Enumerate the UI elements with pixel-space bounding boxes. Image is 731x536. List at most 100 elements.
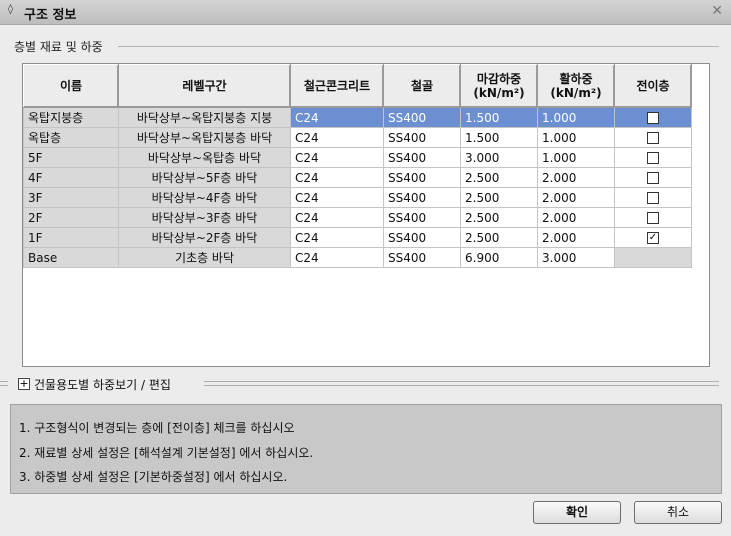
header-row: 이름 레벨구간 철근콘크리트 철골 마감하중 (kN/m²) 활하중 (kN/m… [23, 64, 692, 108]
table-row[interactable]: 2F 바닥상부~3F층 바닥 C24 SS400 2.500 2.000 [23, 207, 692, 228]
transfer-checkbox[interactable] [647, 152, 659, 164]
table-row[interactable]: 3F 바닥상부~4F층 바닥 C24 SS400 2.500 2.000 [23, 187, 692, 208]
expander-divider [204, 381, 719, 386]
group-title: 층별 재료 및 하중 [12, 38, 105, 55]
transfer-cell [614, 127, 692, 148]
concrete-cell[interactable]: C24 [290, 247, 384, 268]
transfer-checkbox[interactable] [647, 212, 659, 224]
col-header-live-load[interactable]: 활하중 (kN/m²) [537, 64, 615, 108]
row-name: 2F [23, 207, 119, 228]
live-load-cell[interactable]: 1.000 [537, 127, 615, 148]
row-level: 바닥상부~옥탑지붕층 바닥 [118, 127, 291, 148]
concrete-cell[interactable]: C24 [290, 227, 384, 248]
table-row[interactable]: 옥탑층 바닥상부~옥탑지붕층 바닥 C24 SS400 1.500 1.000 [23, 127, 692, 148]
col-header-level[interactable]: 레벨구간 [118, 64, 291, 108]
row-level: 바닥상부~5F층 바닥 [118, 167, 291, 188]
row-name: 1F [23, 227, 119, 248]
transfer-cell [614, 147, 692, 168]
concrete-cell[interactable]: C24 [290, 127, 384, 148]
concrete-cell[interactable]: C24 [290, 187, 384, 208]
table-row[interactable]: 1F 바닥상부~2F층 바닥 C24 SS400 2.500 2.000 ✓ [23, 227, 692, 248]
row-name: Base [23, 247, 119, 268]
row-name: 옥탑지붕층 [23, 107, 119, 128]
close-icon[interactable]: ✕ [711, 3, 723, 19]
steel-cell[interactable]: SS400 [383, 107, 461, 128]
transfer-checkbox[interactable]: ✓ [647, 232, 659, 244]
finish-load-cell[interactable]: 2.500 [460, 227, 538, 248]
group-divider [118, 46, 719, 47]
note-3: 3. 하중별 상세 설정은 [기본하중설정] 에서 하십시오. [19, 470, 288, 484]
live-load-cell[interactable]: 2.000 [537, 227, 615, 248]
row-level: 바닥상부~3F층 바닥 [118, 207, 291, 228]
concrete-cell[interactable]: C24 [290, 107, 384, 128]
col-header-concrete[interactable]: 철근콘크리트 [290, 64, 384, 108]
live-load-cell[interactable]: 2.000 [537, 187, 615, 208]
table-row[interactable]: Base 기초층 바닥 C24 SS400 6.900 3.000 [23, 247, 692, 268]
title-bar: ◊ 구조 정보 ✕ [0, 0, 731, 25]
row-level: 바닥상부~옥탑층 바닥 [118, 147, 291, 168]
note-2: 2. 재료별 상세 설정은 [해석설계 기본설정] 에서 하십시오. [19, 446, 314, 460]
col-header-finish-load[interactable]: 마감하중 (kN/m²) [460, 64, 538, 108]
transfer-cell [614, 107, 692, 128]
transfer-checkbox[interactable] [647, 132, 659, 144]
row-name: 4F [23, 167, 119, 188]
window-title: 구조 정보 [24, 8, 77, 23]
table-row[interactable]: 옥탑지붕층 바닥상부~옥탑지붕층 지붕 C24 SS400 1.500 1.00… [23, 107, 692, 128]
live-load-unit: (kN/m²) [550, 86, 602, 100]
concrete-cell[interactable]: C24 [290, 147, 384, 168]
col-header-steel[interactable]: 철골 [383, 64, 461, 108]
finish-load-cell[interactable]: 6.900 [460, 247, 538, 268]
cancel-button[interactable]: 취소 [634, 501, 722, 524]
finish-load-cell[interactable]: 1.500 [460, 127, 538, 148]
finish-load-unit: (kN/m²) [473, 86, 525, 100]
finish-load-cell[interactable]: 2.500 [460, 207, 538, 228]
collapse-arrow-icon[interactable]: ◊ [8, 4, 13, 15]
transfer-checkbox[interactable] [647, 172, 659, 184]
finish-load-cell[interactable]: 1.500 [460, 107, 538, 128]
live-load-cell[interactable]: 1.000 [537, 107, 615, 128]
live-load-title: 활하중 [559, 72, 593, 86]
transfer-cell: ✓ [614, 227, 692, 248]
concrete-cell[interactable]: C24 [290, 207, 384, 228]
row-name: 3F [23, 187, 119, 208]
floor-material-grid: 이름 레벨구간 철근콘크리트 철골 마감하중 (kN/m²) 활하중 (kN/m… [22, 63, 710, 367]
transfer-checkbox[interactable] [647, 192, 659, 204]
finish-load-cell[interactable]: 3.000 [460, 147, 538, 168]
row-level: 바닥상부~2F층 바닥 [118, 227, 291, 248]
transfer-cell [614, 207, 692, 228]
finish-load-cell[interactable]: 2.500 [460, 187, 538, 208]
steel-cell[interactable]: SS400 [383, 207, 461, 228]
ok-button[interactable]: 확인 [533, 501, 621, 524]
expander-label[interactable]: 건물용도별 하중보기 / 편집 [34, 376, 171, 393]
transfer-cell-disabled [614, 247, 692, 268]
table-row[interactable]: 4F 바닥상부~5F층 바닥 C24 SS400 2.500 2.000 [23, 167, 692, 188]
live-load-cell[interactable]: 1.000 [537, 147, 615, 168]
transfer-checkbox[interactable] [647, 112, 659, 124]
table-row[interactable]: 5F 바닥상부~옥탑층 바닥 C24 SS400 3.000 1.000 [23, 147, 692, 168]
row-name: 옥탑층 [23, 127, 119, 148]
notes-panel: 1. 구조형식이 변경되는 층에 [전이층] 체크를 하십시오 2. 재료별 상… [10, 404, 722, 494]
col-header-transfer[interactable]: 전이층 [614, 64, 692, 108]
live-load-cell[interactable]: 3.000 [537, 247, 615, 268]
row-level: 기초층 바닥 [118, 247, 291, 268]
expand-plus-icon[interactable]: + [18, 378, 30, 390]
row-level: 바닥상부~옥탑지붕층 지붕 [118, 107, 291, 128]
grid-table: 이름 레벨구간 철근콘크리트 철골 마감하중 (kN/m²) 활하중 (kN/m… [23, 64, 692, 268]
live-load-cell[interactable]: 2.000 [537, 167, 615, 188]
live-load-cell[interactable]: 2.000 [537, 207, 615, 228]
col-header-name[interactable]: 이름 [23, 64, 119, 108]
row-level: 바닥상부~4F층 바닥 [118, 187, 291, 208]
steel-cell[interactable]: SS400 [383, 187, 461, 208]
finish-load-cell[interactable]: 2.500 [460, 167, 538, 188]
steel-cell[interactable]: SS400 [383, 147, 461, 168]
steel-cell[interactable]: SS400 [383, 167, 461, 188]
expander-left-rule [0, 381, 8, 386]
steel-cell[interactable]: SS400 [383, 127, 461, 148]
concrete-cell[interactable]: C24 [290, 167, 384, 188]
steel-cell[interactable]: SS400 [383, 227, 461, 248]
steel-cell[interactable]: SS400 [383, 247, 461, 268]
row-name: 5F [23, 147, 119, 168]
finish-load-title: 마감하중 [476, 72, 522, 86]
transfer-cell [614, 167, 692, 188]
note-1: 1. 구조형식이 변경되는 층에 [전이층] 체크를 하십시오 [19, 421, 295, 435]
